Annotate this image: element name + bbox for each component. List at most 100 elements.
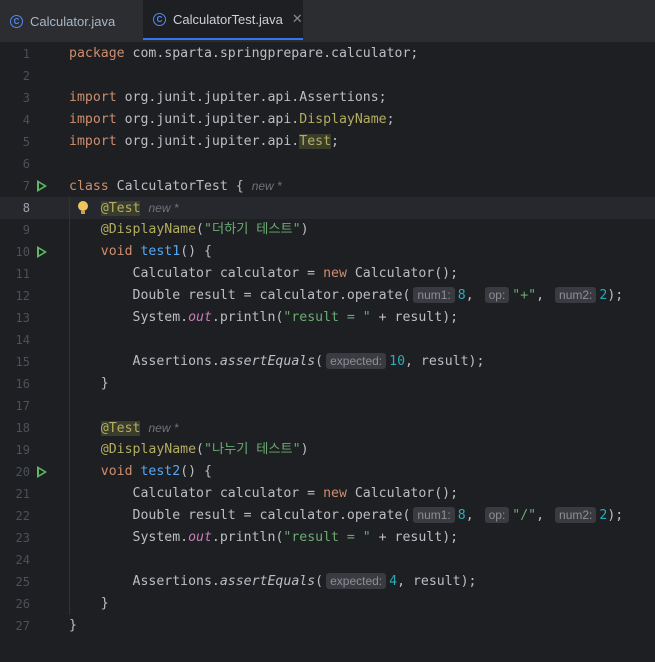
code-token: );	[607, 288, 624, 303]
code-token: ,	[465, 288, 482, 303]
code-editor[interactable]: 1 package com.sparta.springprepare.calcul…	[0, 43, 655, 662]
code-line[interactable]: 27}	[0, 615, 655, 637]
parameter-hint: expected:	[326, 573, 387, 589]
code-token: + result);	[370, 310, 459, 325]
code-token: Test	[299, 134, 332, 149]
code-line[interactable]: 19 @DisplayName("나누기 테스트")	[0, 439, 655, 461]
line-number: 2	[22, 69, 30, 83]
code-token: org.junit.jupiter.api.	[116, 112, 300, 127]
code-line[interactable]: 17	[0, 395, 655, 417]
code-line[interactable]: 3 import org.junit.jupiter.api.Assertions…	[0, 87, 655, 109]
code-token: ,	[536, 508, 553, 523]
java-class-icon: C	[10, 14, 23, 28]
code-line[interactable]: 12 Double result = calculator.operate(nu…	[0, 285, 655, 307]
line-number: 20	[15, 465, 30, 479]
parameter-hint: expected:	[326, 353, 387, 369]
author-hint: new *	[148, 421, 179, 435]
line-number: 17	[15, 399, 30, 413]
code-token: 8	[457, 508, 466, 523]
code-token: "result = "	[283, 310, 371, 325]
code-text: import org.junit.jupiter.api.Assertions;	[69, 87, 387, 109]
code-line[interactable]: 15 Assertions.assertEquals(expected: 10, …	[0, 351, 655, 373]
code-line[interactable]: 11 Calculator calculator = new Calculato…	[0, 263, 655, 285]
code-line[interactable]: 9 @DisplayName("더하기 테스트")	[0, 219, 655, 241]
code-line[interactable]: 14	[0, 329, 655, 351]
code-text: Calculator calculator = new Calculator()…	[69, 483, 459, 505]
code-line[interactable]: 18 @Test new *	[0, 417, 655, 439]
code-line[interactable]: 16 }	[0, 373, 655, 395]
code-token: new	[323, 486, 347, 501]
code-line[interactable]: 5 import org.junit.jupiter.api.Test;	[0, 131, 655, 153]
parameter-hint: num2:	[555, 507, 597, 523]
code-token: Assertions.	[69, 354, 220, 369]
code-line[interactable]: 13 System.out.println("result = " + resu…	[0, 307, 655, 329]
code-token: )	[300, 222, 309, 237]
run-test-icon[interactable]	[37, 246, 47, 258]
java-test-class-icon: C	[153, 12, 166, 26]
tab-calculator-java[interactable]: C Calculator.java	[10, 0, 130, 42]
code-token: CalculatorTest {	[108, 179, 244, 194]
code-line[interactable]: 21 Calculator calculator = new Calculato…	[0, 483, 655, 505]
code-text: class CalculatorTest {new *	[69, 175, 282, 198]
line-number: 5	[22, 135, 30, 149]
code-text: @DisplayName("나누기 테스트")	[69, 439, 309, 461]
tab-calculatortest-java[interactable]: C CalculatorTest.java ✕	[143, 0, 303, 40]
code-line[interactable]: 26 }	[0, 593, 655, 615]
line-number: 23	[15, 531, 30, 545]
code-token: ,	[536, 288, 553, 303]
code-token: "더하기 테스트"	[204, 222, 301, 237]
line-number: 7	[22, 179, 30, 193]
code-token: Calculator calculator =	[69, 486, 324, 501]
author-hint: new *	[251, 179, 282, 193]
code-token: (	[196, 222, 204, 237]
code-token: out	[188, 530, 212, 545]
line-number: 4	[22, 113, 30, 127]
code-text: Calculator calculator = new Calculator()…	[69, 263, 459, 285]
code-token: test1	[140, 244, 181, 259]
tab-label: CalculatorTest.java	[173, 11, 283, 27]
code-line[interactable]: 7 class CalculatorTest {new *	[0, 175, 655, 197]
code-line[interactable]: 1 package com.sparta.springprepare.calcul…	[0, 43, 655, 65]
run-test-icon[interactable]	[37, 466, 47, 478]
code-token: (	[315, 574, 324, 589]
code-text: @Test new *	[69, 197, 179, 220]
close-tab-icon[interactable]: ✕	[292, 11, 303, 27]
code-line[interactable]: 2	[0, 65, 655, 87]
code-token: assertEquals	[219, 574, 316, 589]
run-test-icon[interactable]	[37, 180, 47, 192]
code-line[interactable]: 8 @Test new *	[0, 197, 655, 219]
code-line[interactable]: 10 void test1() {	[0, 241, 655, 263]
code-token: @DisplayName	[100, 222, 197, 237]
code-token: Calculator();	[346, 486, 459, 501]
code-token: com.sparta.springprepare.calculator;	[124, 46, 419, 61]
code-token: ;	[386, 112, 395, 127]
code-text: package com.sparta.springprepare.calcula…	[69, 43, 418, 65]
code-line[interactable]: 25 Assertions.assertEquals(expected: 4, r…	[0, 571, 655, 593]
code-token: Calculator();	[346, 266, 459, 281]
code-token: @Test	[100, 421, 141, 436]
code-token: "+"	[512, 288, 537, 303]
code-token: }	[69, 596, 109, 611]
code-token: new	[323, 266, 347, 281]
code-line[interactable]: 6	[0, 153, 655, 175]
code-token: out	[188, 310, 212, 325]
line-number: 22	[15, 509, 30, 523]
code-line[interactable]: 23 System.out.println("result = " + resu…	[0, 527, 655, 549]
line-number: 21	[15, 487, 30, 501]
code-line[interactable]: 20 void test2() {	[0, 461, 655, 483]
code-line[interactable]: 4 import org.junit.jupiter.api.DisplayNam…	[0, 109, 655, 131]
line-number: 9	[22, 223, 30, 237]
code-line[interactable]: 24	[0, 549, 655, 571]
line-number: 14	[15, 333, 30, 347]
code-line[interactable]: 22 Double result = calculator.operate(nu…	[0, 505, 655, 527]
code-token: Calculator calculator =	[69, 266, 324, 281]
code-token: )	[300, 442, 309, 457]
code-token: org.junit.jupiter.api.	[116, 134, 300, 149]
parameter-hint: num1:	[413, 287, 455, 303]
parameter-hint: op:	[484, 287, 510, 303]
code-token: import	[69, 134, 117, 149]
code-token: () {	[180, 244, 212, 259]
parameter-hint: num1:	[413, 507, 455, 523]
line-number: 8	[22, 201, 30, 215]
